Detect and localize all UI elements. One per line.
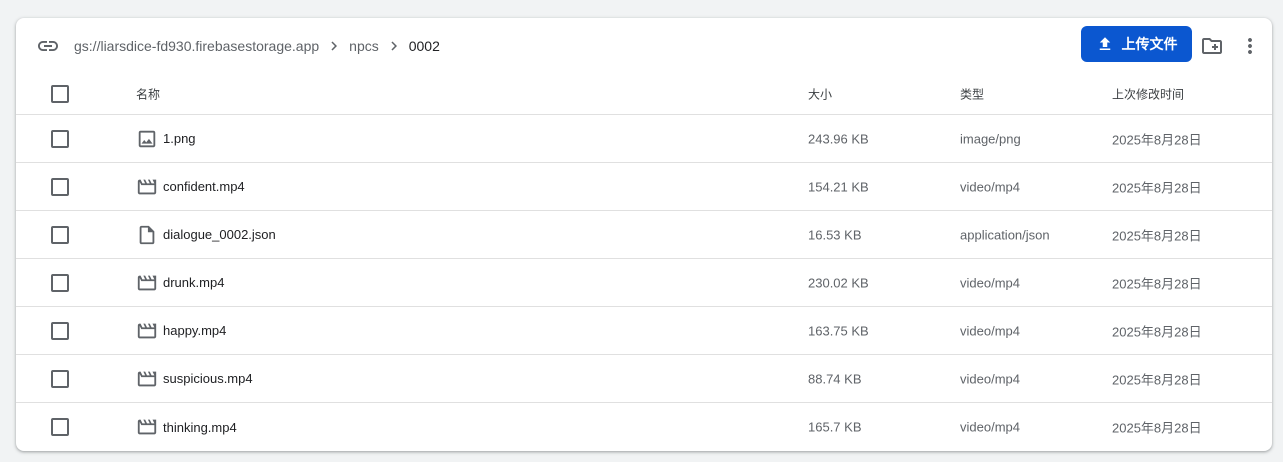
- file-name-cell: happy.mp4: [136, 320, 226, 342]
- file-size: 16.53 KB: [808, 227, 862, 242]
- breadcrumb: gs://liarsdice-fd930.firebasestorage.app…: [74, 36, 440, 56]
- file-name-cell: suspicious.mp4: [136, 368, 253, 390]
- file-modified: 2025年8月28日: [1112, 228, 1202, 243]
- link-icon[interactable]: [36, 34, 60, 58]
- table-row[interactable]: dialogue_0002.json 16.53 KB application/js…: [16, 211, 1272, 259]
- new-folder-icon[interactable]: [1200, 34, 1224, 58]
- file-size: 163.75 KB: [808, 323, 869, 338]
- chevron-right-icon: [391, 41, 397, 51]
- chevron-right-icon: [331, 41, 338, 51]
- file-size: 154.21 KB: [808, 179, 869, 194]
- file-type: image/png: [960, 131, 1021, 146]
- file-type: video/mp4: [960, 371, 1020, 386]
- column-header-size[interactable]: 大小: [808, 85, 832, 102]
- row-checkbox[interactable]: [51, 225, 69, 244]
- file-size: 230.02 KB: [808, 275, 869, 290]
- row-checkbox[interactable]: [51, 418, 69, 436]
- column-header-modified[interactable]: 上次修改时间: [1112, 85, 1184, 102]
- file-type: video/mp4: [960, 179, 1020, 194]
- table-row[interactable]: confident.mp4 154.21 KB video/mp4 2025年8月28…: [16, 163, 1272, 211]
- file-name-cell: drunk.mp4: [136, 272, 224, 294]
- file-type: video/mp4: [960, 419, 1020, 435]
- file-modified: 2025年8月28日: [1112, 276, 1202, 291]
- file-type: application/json: [960, 227, 1050, 242]
- breadcrumb-bucket[interactable]: gs://liarsdice-fd930.firebasestorage.app: [74, 38, 319, 54]
- more-vert-icon[interactable]: [1238, 34, 1262, 58]
- row-checkbox[interactable]: [51, 177, 69, 196]
- video-icon: [137, 179, 157, 194]
- table-row[interactable]: suspicious.mp4 88.74 KB video/mp4 2025年8月28…: [16, 355, 1272, 403]
- video-icon: [137, 323, 157, 338]
- column-header-type[interactable]: 类型: [960, 85, 984, 102]
- row-checkbox[interactable]: [51, 129, 69, 148]
- breadcrumb-current: 0002: [408, 38, 440, 54]
- file-name-cell: thinking.mp4: [136, 416, 237, 438]
- file-size: 243.96 KB: [808, 131, 869, 146]
- storage-browser-card: gs://liarsdice-fd930.firebasestorage.app…: [16, 18, 1272, 451]
- file-table: 名称 大小 类型 上次修改时间 1.png 243.96 KB image/png 2…: [16, 73, 1272, 451]
- file-modified: 2025年8月28日: [1112, 324, 1202, 339]
- table-row[interactable]: 1.png 243.96 KB image/png 2025年8月28日: [16, 115, 1272, 163]
- file-name-cell: 1.png: [136, 128, 196, 150]
- image-icon: [138, 130, 156, 147]
- file-type: video/mp4: [960, 323, 1020, 338]
- file-name-link[interactable]: suspicious.mp4: [163, 371, 253, 386]
- table-header-row: 名称 大小 类型 上次修改时间: [16, 73, 1272, 115]
- video-icon: [137, 275, 157, 290]
- row-checkbox[interactable]: [51, 321, 69, 340]
- file-modified: 2025年8月28日: [1112, 132, 1202, 147]
- file-size: 88.74 KB: [808, 371, 862, 386]
- upload-icon: [1099, 37, 1110, 50]
- video-icon: [137, 371, 157, 386]
- row-checkbox[interactable]: [51, 273, 69, 292]
- select-all-checkbox[interactable]: [51, 84, 69, 103]
- file-name-link[interactable]: thinking.mp4: [163, 420, 237, 435]
- breadcrumb-folder[interactable]: npcs: [349, 38, 379, 54]
- file-name-link[interactable]: confident.mp4: [163, 179, 245, 194]
- document-icon: [139, 225, 155, 244]
- file-name-link[interactable]: dialogue_0002.json: [163, 227, 276, 242]
- column-header-name[interactable]: 名称: [136, 85, 160, 102]
- toolbar: gs://liarsdice-fd930.firebasestorage.app…: [16, 18, 1272, 73]
- file-name-cell: confident.mp4: [136, 176, 245, 198]
- file-name-link[interactable]: happy.mp4: [163, 323, 226, 338]
- video-icon: [137, 419, 157, 435]
- file-type: video/mp4: [960, 275, 1020, 290]
- upload-file-button[interactable]: 上传文件: [1081, 26, 1192, 62]
- table-row[interactable]: drunk.mp4 230.02 KB video/mp4 2025年8月28日: [16, 259, 1272, 307]
- file-modified: 2025年8月28日: [1112, 372, 1202, 387]
- file-modified: 2025年8月28日: [1112, 420, 1202, 436]
- file-size: 165.7 KB: [808, 419, 862, 435]
- row-checkbox[interactable]: [51, 369, 69, 388]
- file-name-cell: dialogue_0002.json: [136, 224, 276, 246]
- table-row[interactable]: thinking.mp4 165.7 KB video/mp4 2025年8月28日: [16, 403, 1272, 451]
- upload-button-label: 上传文件: [1121, 36, 1178, 52]
- file-name-link[interactable]: 1.png: [163, 131, 196, 146]
- file-modified: 2025年8月28日: [1112, 180, 1202, 195]
- file-name-link[interactable]: drunk.mp4: [163, 275, 224, 290]
- table-row[interactable]: happy.mp4 163.75 KB video/mp4 2025年8月28日: [16, 307, 1272, 355]
